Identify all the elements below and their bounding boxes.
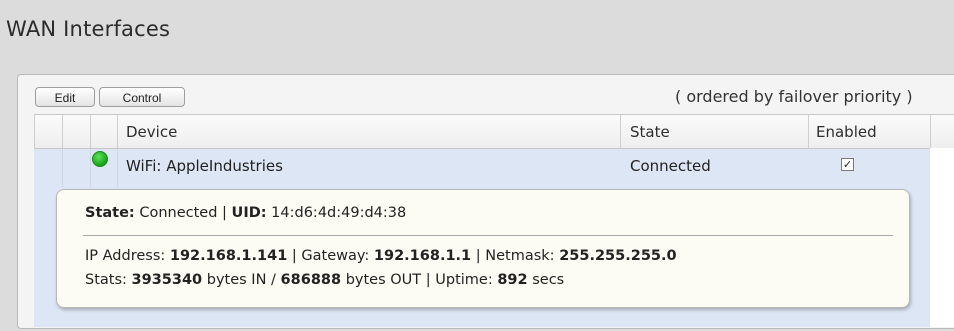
separator: | bbox=[222, 205, 227, 221]
netmask-label: Netmask: bbox=[485, 248, 555, 264]
stats-line: Stats: 3935340 bytes IN / 686888 bytes O… bbox=[85, 272, 564, 288]
column-divider bbox=[62, 149, 63, 187]
state-label: State: bbox=[85, 205, 135, 221]
uptime-label: Uptime: bbox=[435, 272, 493, 288]
interface-details-panel: State: Connected | UID: 14:d6:4d:49:d4:3… bbox=[56, 189, 910, 308]
separator: | bbox=[425, 272, 431, 288]
device-name[interactable]: WiFi: AppleIndustries bbox=[126, 157, 283, 175]
gateway-value: 192.168.1.1 bbox=[373, 248, 472, 264]
column-divider bbox=[117, 149, 118, 187]
column-divider bbox=[117, 115, 118, 148]
column-header-state[interactable]: State bbox=[630, 123, 670, 141]
stats-label: Stats: bbox=[85, 272, 127, 288]
table-scroll-area bbox=[930, 148, 954, 326]
bytes-out-value: 686888 bbox=[280, 272, 342, 288]
ip-value: 192.168.1.141 bbox=[169, 248, 288, 264]
column-divider bbox=[34, 115, 35, 148]
bytes-in-suffix: bytes IN / bbox=[206, 272, 276, 288]
column-divider bbox=[90, 115, 91, 148]
state-uid-line: State: Connected | UID: 14:d6:4d:49:d4:3… bbox=[85, 205, 406, 221]
toolbar: Edit Control ( ordered by failover prior… bbox=[25, 83, 954, 113]
column-divider bbox=[90, 149, 91, 187]
state-value: Connected bbox=[139, 205, 218, 221]
ip-label: IP Address: bbox=[85, 248, 166, 264]
table-header: Device State Enabled bbox=[34, 115, 954, 149]
control-button[interactable]: Control bbox=[99, 87, 185, 107]
netmask-value: 255.255.255.0 bbox=[559, 248, 677, 264]
column-divider bbox=[62, 115, 63, 148]
uid-value: 14:d6:4d:49:d4:38 bbox=[271, 205, 407, 221]
separator: | bbox=[475, 248, 481, 264]
bytes-in-value: 3935340 bbox=[131, 272, 203, 288]
separator: | bbox=[291, 248, 297, 264]
order-note: ( ordered by failover priority ) bbox=[675, 87, 913, 106]
uid-label: UID: bbox=[231, 205, 267, 221]
enabled-checkbox[interactable]: ✓ bbox=[841, 158, 854, 171]
edit-button[interactable]: Edit bbox=[35, 87, 95, 107]
network-line: IP Address: 192.168.1.141 | Gateway: 192… bbox=[85, 248, 677, 264]
column-header-device[interactable]: Device bbox=[126, 123, 177, 141]
uptime-value: 892 bbox=[497, 272, 528, 288]
column-header-enabled[interactable]: Enabled bbox=[816, 123, 877, 141]
column-divider bbox=[808, 115, 809, 148]
column-divider bbox=[620, 115, 621, 148]
page-title: WAN Interfaces bbox=[6, 17, 171, 41]
device-state: Connected bbox=[630, 157, 711, 175]
gateway-label: Gateway: bbox=[301, 248, 370, 264]
bytes-out-suffix: bytes OUT bbox=[345, 272, 422, 288]
divider bbox=[83, 235, 893, 236]
column-divider bbox=[930, 115, 931, 148]
green-dot-icon bbox=[92, 151, 108, 167]
uptime-unit: secs bbox=[532, 272, 565, 288]
